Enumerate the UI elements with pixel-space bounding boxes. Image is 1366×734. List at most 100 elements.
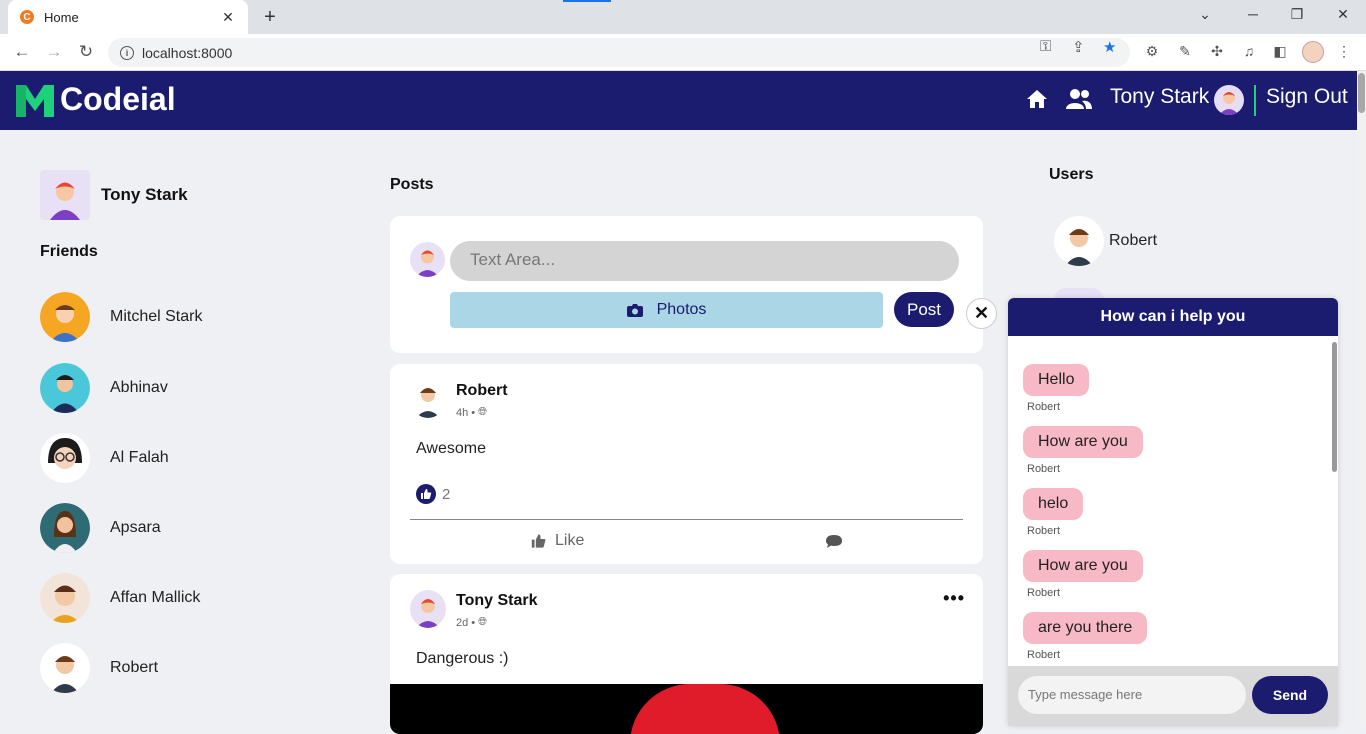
close-window-icon[interactable]: ✕ [1333, 6, 1353, 23]
address-bar-area: ← → ↻ i localhost:8000 ⚿ ⇪ ★ ⚙ ✎ ✣ ♫ ◧ ⋮ [0, 34, 1366, 71]
friend-avatar [40, 292, 90, 342]
friends-icon[interactable] [1066, 88, 1092, 110]
media-icon[interactable]: ♫ [1240, 43, 1258, 61]
message-bubble: Hello [1023, 364, 1090, 396]
close-chat-icon[interactable]: ✕ [966, 298, 997, 329]
friend-item[interactable]: Mitchel Stark [40, 292, 202, 342]
like-button[interactable]: Like [530, 532, 584, 550]
like-label: Like [555, 532, 585, 549]
header-user-name[interactable]: Tony Stark [1110, 85, 1209, 109]
back-icon[interactable]: ← [12, 42, 32, 62]
post-meta: 4h • 🌐︎ [456, 406, 487, 419]
new-tab-icon[interactable]: + [258, 6, 282, 29]
post-card: Robert 4h • 🌐︎ Awesome 2 Like [390, 364, 983, 564]
camera-icon [626, 304, 643, 317]
chat-message: are you there Robert [1023, 612, 1148, 661]
message-sender: Robert [1027, 525, 1061, 537]
chat-message: helo Robert [1023, 488, 1084, 537]
post-text-area[interactable]: Text Area... [450, 241, 959, 281]
url-text: localhost:8000 [142, 44, 233, 61]
extensions-puzzle-icon[interactable]: ✣ [1208, 43, 1226, 61]
header-divider [1254, 85, 1256, 116]
users-heading: Users [1049, 166, 1094, 183]
brand-name[interactable]: Codeial [60, 81, 176, 118]
tab-search-icon[interactable]: ⌄ [1195, 6, 1215, 23]
message-sender: Robert [1027, 649, 1061, 661]
message-bubble: are you there [1023, 612, 1148, 644]
chat-message: How are you Robert [1023, 426, 1143, 475]
chat-message-input[interactable]: Type message here [1018, 676, 1246, 714]
message-sender: Robert [1027, 587, 1061, 599]
post-meta: 2d • 🌐︎ [456, 616, 487, 629]
post-author-avatar[interactable] [410, 590, 446, 628]
key-icon[interactable]: ⚿ [1040, 38, 1051, 55]
friend-item[interactable]: Apsara [40, 503, 161, 553]
friend-name: Apsara [110, 519, 161, 536]
post-button[interactable]: Post [894, 292, 954, 327]
friend-item[interactable]: Affan Mallick [40, 573, 200, 623]
menu-kebab-icon[interactable]: ⋮ [1335, 43, 1353, 61]
send-button[interactable]: Send [1252, 676, 1328, 714]
chat-messages[interactable]: Hello Robert How are you Robert helo Rob… [1008, 336, 1338, 666]
friend-name: Robert [110, 659, 159, 676]
user-name: Robert [1109, 232, 1158, 249]
browser-tab[interactable]: C Home ✕ [8, 0, 248, 34]
bookmark-star-icon[interactable]: ★ [1103, 38, 1116, 56]
message-sender: Robert [1027, 401, 1061, 413]
extension-gear-icon[interactable]: ⚙ [1143, 43, 1161, 61]
profile-summary[interactable]: Tony Stark [40, 170, 188, 220]
post-time: 2d [456, 616, 469, 629]
user-item[interactable]: Robert [1054, 216, 1157, 266]
app-header: Codeial Tony Stark Sign Out [0, 71, 1357, 130]
post-divider [410, 519, 963, 520]
friend-name: Mitchel Stark [110, 308, 203, 325]
comment-icon[interactable] [825, 534, 843, 550]
user-avatar [1054, 216, 1104, 266]
side-panel-icon[interactable]: ◧ [1271, 43, 1289, 61]
likes-summary[interactable]: 2 [416, 484, 450, 504]
chat-message: How are you Robert [1023, 550, 1143, 599]
chat-footer: Type message here Send [1008, 666, 1338, 726]
posts-heading: Posts [390, 176, 434, 193]
post-author-name[interactable]: Robert [456, 382, 508, 400]
friend-avatar [40, 573, 90, 623]
profile-avatar-icon[interactable] [1302, 41, 1324, 63]
friend-item[interactable]: Robert [40, 643, 158, 693]
forward-icon[interactable]: → [44, 42, 64, 62]
minimize-icon[interactable]: ─ [1243, 6, 1263, 22]
post-content: Awesome [416, 440, 486, 457]
sign-out-link[interactable]: Sign Out [1266, 85, 1348, 109]
post-card: Tony Stark ••• 2d • 🌐︎ Dangerous :) [390, 574, 983, 734]
post-time: 4h [456, 406, 469, 419]
chat-scrollbar[interactable] [1332, 342, 1337, 472]
composer-avatar [410, 242, 445, 277]
eyedropper-icon[interactable]: ✎ [1176, 43, 1194, 61]
site-info-icon[interactable]: i [120, 45, 134, 60]
thumbs-up-icon [531, 534, 546, 548]
chat-box: How can i help you Hello Robert How are … [1008, 298, 1338, 726]
omnibox[interactable]: i localhost:8000 [108, 38, 1130, 67]
more-options-icon[interactable]: ••• [943, 588, 965, 609]
post-image[interactable] [390, 684, 983, 734]
friend-avatar [40, 363, 90, 413]
create-post-card: Text Area... Photos Post [390, 216, 983, 353]
browser-tab-strip: C Home ✕ + ⌄ ─ ❐ ✕ [0, 0, 1366, 34]
share-icon[interactable]: ⇪ [1072, 38, 1085, 56]
friend-item[interactable]: Al Falah [40, 433, 169, 483]
favicon-icon: C [20, 10, 34, 24]
tab-title: Home [44, 9, 79, 25]
friend-item[interactable]: Abhinav [40, 363, 168, 413]
friend-name: Abhinav [110, 379, 168, 396]
chat-message: Hello Robert [1023, 364, 1090, 413]
post-author-name[interactable]: Tony Stark [456, 592, 538, 610]
reload-icon[interactable]: ↻ [76, 42, 96, 62]
photos-button[interactable]: Photos [450, 292, 883, 328]
header-avatar[interactable] [1214, 85, 1244, 115]
post-author-avatar[interactable] [410, 380, 446, 418]
page-scrollbar[interactable] [1357, 71, 1366, 726]
restore-icon[interactable]: ❐ [1287, 6, 1307, 23]
tab-indicator [563, 0, 611, 2]
profile-name: Tony Stark [101, 185, 188, 204]
home-icon[interactable] [1026, 88, 1048, 110]
tab-close-icon[interactable]: ✕ [220, 9, 236, 26]
